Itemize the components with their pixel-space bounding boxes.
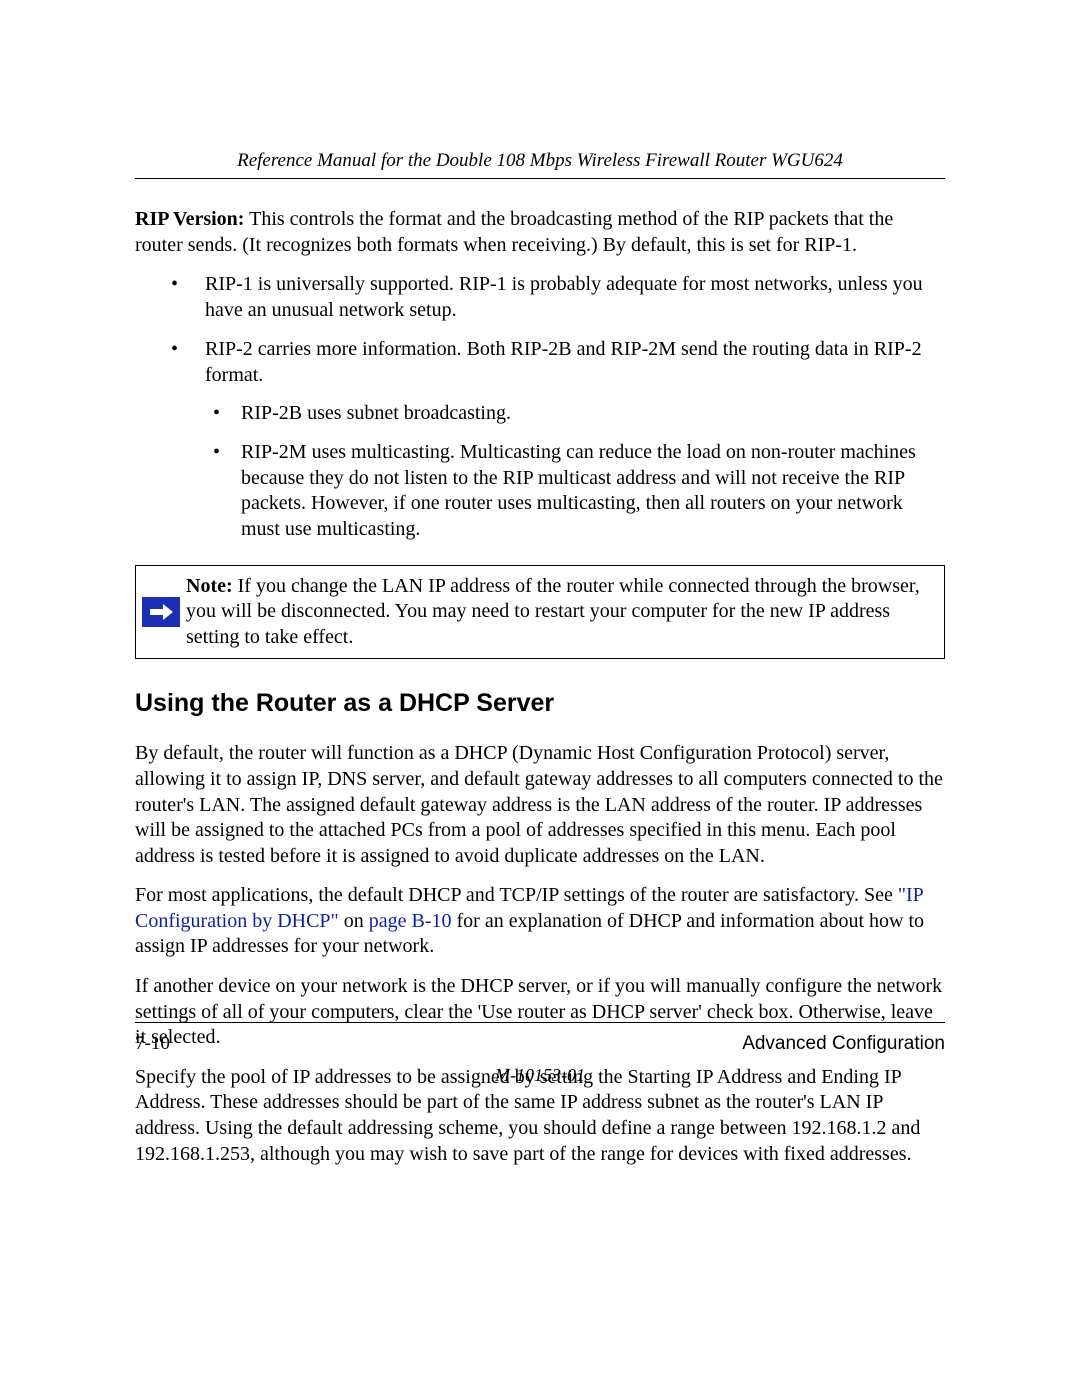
document-id: M-10153-01 (135, 1065, 945, 1086)
rip-bullet-list: RIP-1 is universally supported. RIP-1 is… (135, 272, 945, 542)
footer-rule (135, 1022, 945, 1023)
section-heading: Using the Router as a DHCP Server (135, 687, 945, 719)
note-callout: Note: If you change the LAN IP address o… (135, 565, 945, 660)
rip-intro-paragraph: RIP Version: This controls the format an… (135, 207, 945, 258)
list-item-text: RIP-1 is universally supported. RIP-1 is… (205, 273, 923, 321)
cross-reference-link[interactable]: page B-10 (369, 910, 452, 932)
list-item: RIP-1 is universally supported. RIP-1 is… (205, 272, 945, 323)
body-paragraph: By default, the router will function as … (135, 741, 945, 869)
list-item: RIP-2 carries more information. Both RIP… (205, 337, 945, 542)
note-body: If you change the LAN IP address of the … (186, 575, 920, 648)
note-icon-cell (136, 566, 186, 659)
document-page: Reference Manual for the Double 108 Mbps… (0, 0, 1080, 1167)
page-footer: 7-10 Advanced Configuration M-10153-01 (135, 1022, 945, 1086)
rip-sub-bullet-list: RIP-2B uses subnet broadcasting. RIP-2M … (205, 401, 945, 543)
footer-row: 7-10 Advanced Configuration (135, 1033, 945, 1055)
chapter-name: Advanced Configuration (742, 1033, 945, 1055)
note-label: Note: (186, 575, 233, 597)
list-item-text: RIP-2B uses subnet broadcasting. (241, 402, 511, 424)
header-rule (135, 178, 945, 179)
rip-version-label: RIP Version: (135, 208, 244, 230)
arrow-right-icon (142, 597, 180, 627)
list-item-text: RIP-2 carries more information. Both RIP… (205, 338, 922, 386)
note-text: Note: If you change the LAN IP address o… (186, 566, 944, 659)
paragraph-text: on (339, 910, 369, 932)
list-item: RIP-2B uses subnet broadcasting. (241, 401, 945, 427)
page-number: 7-10 (135, 1033, 170, 1055)
page-header-title: Reference Manual for the Double 108 Mbps… (135, 150, 945, 172)
list-item: RIP-2M uses multicasting. Multicasting c… (241, 440, 945, 542)
rip-intro-text: This controls the format and the broadca… (135, 208, 893, 256)
paragraph-text: For most applications, the default DHCP … (135, 884, 898, 906)
body-paragraph: For most applications, the default DHCP … (135, 883, 945, 960)
list-item-text: RIP-2M uses multicasting. Multicasting c… (241, 441, 916, 540)
